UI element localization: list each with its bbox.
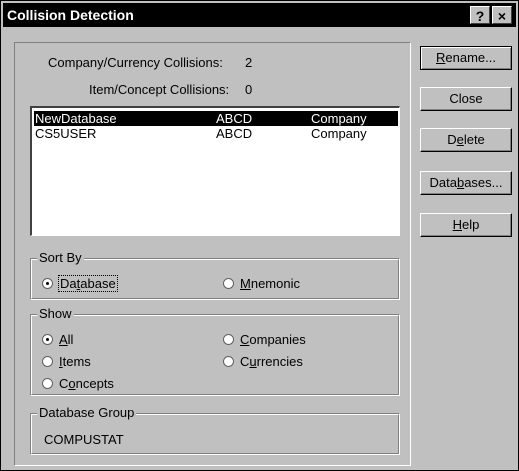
show-legend: Show [37,306,74,321]
collisions-list[interactable]: NewDatabase ABCD Company CS5USER ABCD Co… [30,106,400,236]
help-button[interactable]: Help [420,213,512,237]
show-all-radio[interactable]: All [42,332,73,347]
radio-unchecked-icon [223,356,234,367]
close-icon[interactable]: × [492,6,512,24]
collision-type: Company [311,126,367,141]
radio-checked-icon [42,334,53,345]
radio-checked-icon [42,278,53,289]
collision-type: Company [311,111,367,126]
delete-button[interactable]: Delete [420,128,512,152]
database-group-legend: Database Group [37,405,137,420]
database-group-value: COMPUSTAT [44,432,124,447]
item-concept-collisions-count: 0 [245,82,253,97]
show-currencies-radio[interactable]: Currencies [223,354,303,369]
close-button[interactable]: Close [420,87,512,111]
show-companies-radio[interactable]: Companies [223,332,306,347]
databases-button[interactable]: Databases... [420,171,512,195]
rename-button[interactable]: Rename... [420,46,512,70]
sort-by-legend: Sort By [37,250,84,265]
show-concepts-radio[interactable]: Concepts [42,376,114,391]
radio-unchecked-icon [42,356,53,367]
collision-database: NewDatabase [35,111,117,126]
collision-detection-dialog: Collision Detection ? × Company/Currency… [0,0,519,471]
radio-unchecked-icon [223,278,234,289]
sort-database-radio[interactable]: Database [42,275,118,292]
collision-row[interactable]: CS5USER ABCD Company [34,126,398,141]
sort-mnemonic-radio[interactable]: Mnemonic [223,276,300,291]
radio-unchecked-icon [42,378,53,389]
collision-mnemonic: ABCD [216,126,253,141]
window-title: Collision Detection [7,7,134,23]
collision-mnemonic: ABCD [216,111,253,126]
collision-row[interactable]: NewDatabase ABCD Company [34,111,398,126]
company-currency-collisions-label: Company/Currency Collisions: [48,55,223,70]
item-concept-collisions-label: Item/Concept Collisions: [89,82,230,97]
collision-database: CS5USER [35,126,97,141]
company-currency-collisions-count: 2 [245,55,253,70]
title-bar: Collision Detection ? × [3,3,516,27]
radio-unchecked-icon [223,334,234,345]
help-question-icon[interactable]: ? [470,6,490,24]
show-items-radio[interactable]: Items [42,354,91,369]
